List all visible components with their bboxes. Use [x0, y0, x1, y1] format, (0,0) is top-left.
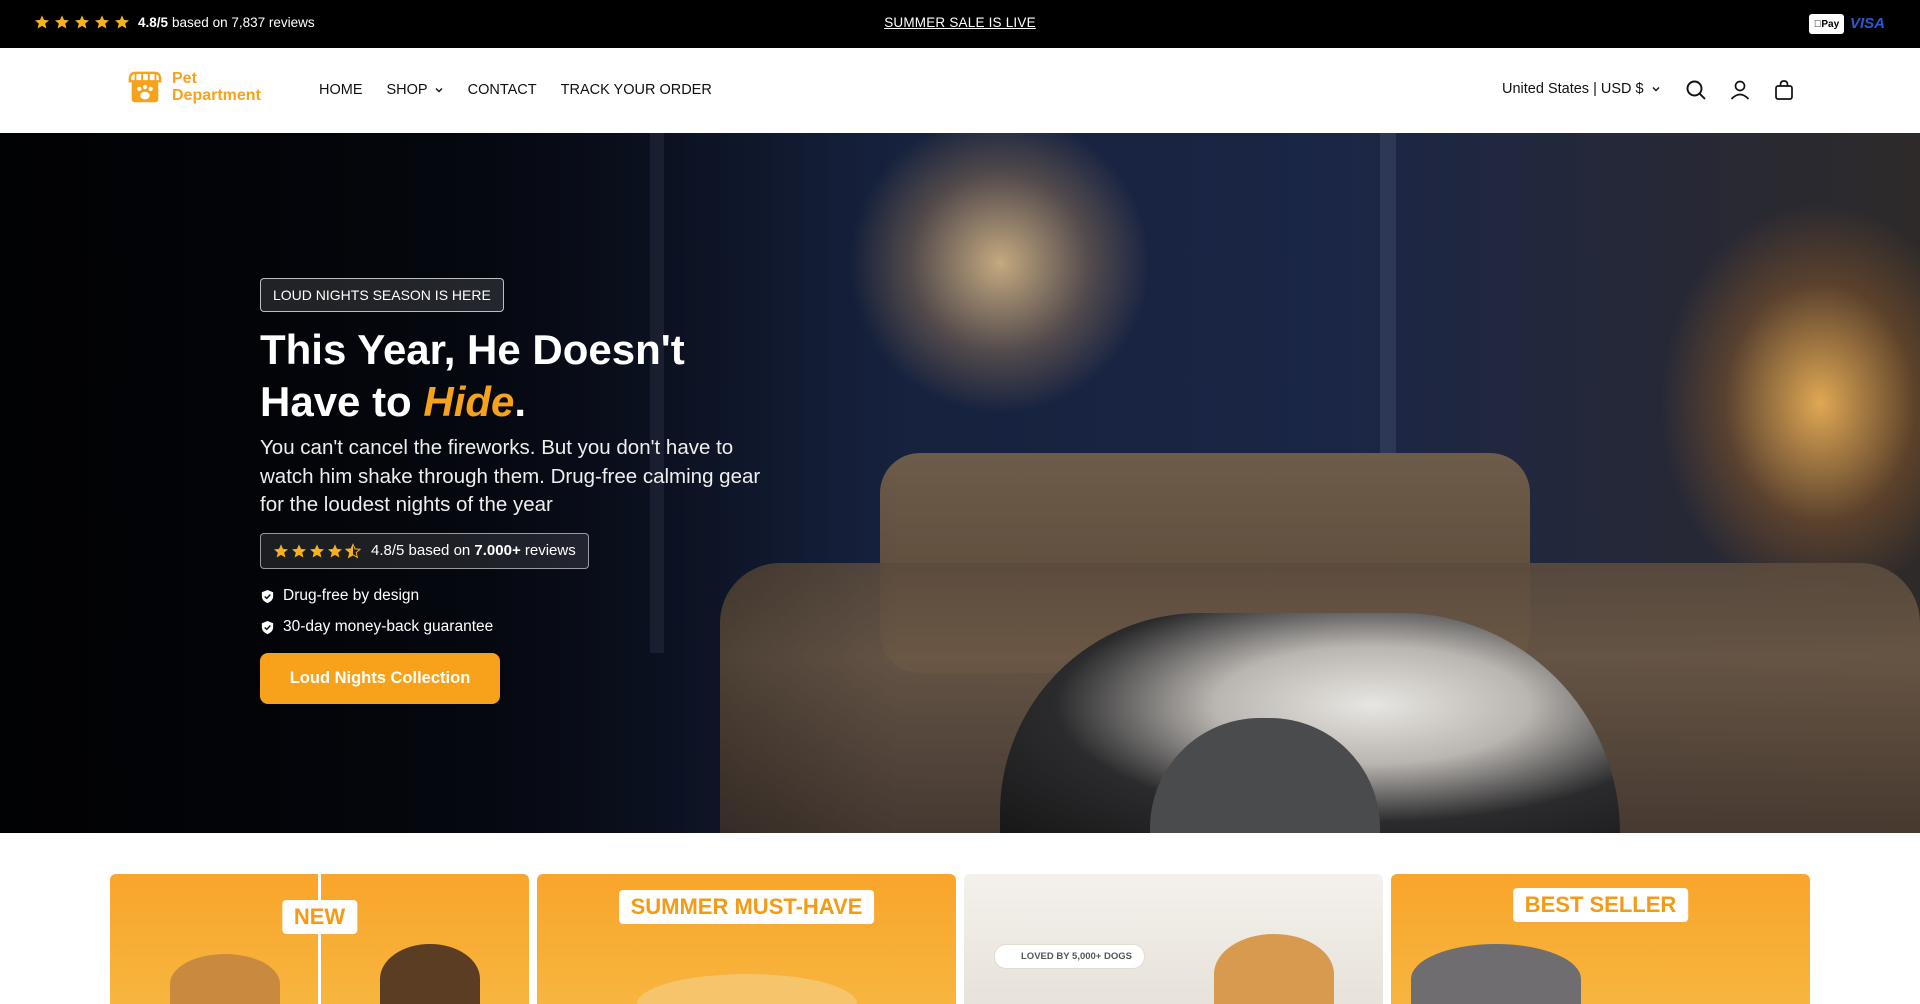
check-shield-icon: [261, 620, 274, 634]
hero-eyebrow: LOUD NIGHTS SEASON IS HERE: [260, 278, 504, 312]
sale-link[interactable]: SUMMER SALE IS LIVE: [884, 15, 1036, 30]
logo[interactable]: Pet Department: [126, 68, 261, 106]
search-icon[interactable]: [1684, 78, 1708, 102]
hero-review-text: 4.8/5 based on 7.000+ reviews: [371, 542, 576, 559]
apple-pay-icon: Pay: [1809, 14, 1844, 34]
logo-line-2: Department: [172, 87, 261, 104]
card-badge: NEW: [281, 900, 358, 934]
nav-track-label: TRACK YOUR ORDER: [560, 82, 712, 98]
divider: [318, 874, 321, 1004]
hero-title-highlight: Hide: [423, 378, 515, 425]
hero-subtitle: You can't cancel the fireworks. But you …: [260, 436, 761, 516]
nav-contact[interactable]: CONTACT: [468, 82, 537, 98]
hero-content: LOUD NIGHTS SEASON IS HERE This Year, He…: [260, 278, 780, 704]
benefit-label: 30-day money-back guarantee: [283, 618, 494, 635]
visa-icon: VISA: [1850, 15, 1886, 32]
product-image: [637, 974, 857, 1004]
loved-by-badge: LOVED BY 5,000+ DOGS: [994, 944, 1145, 969]
paw-logo-icon: [128, 71, 162, 103]
hero-benefits: Drug-free by design 30-day money-back gu…: [260, 581, 780, 643]
hero-title: This Year, He Doesn't Have to Hide.: [260, 324, 780, 428]
benefit-item: 30-day money-back guarantee: [260, 612, 780, 643]
dog-image: [1214, 934, 1334, 1004]
benefit-label: Drug-free by design: [283, 587, 420, 604]
account-icon[interactable]: [1728, 78, 1752, 102]
product-card-summer[interactable]: SUMMER MUST-HAVE: [537, 874, 956, 1004]
hero-review-badge: 4.8/5 based on 7.000+ reviews: [260, 532, 589, 569]
star-icon: [328, 543, 342, 557]
product-card-new[interactable]: NEW: [110, 874, 529, 1004]
card-badge: SUMMER MUST-HAVE: [618, 890, 875, 924]
site-header: Pet Department HOME SHOP CONTACT TRACK Y…: [0, 48, 1920, 133]
announcement-bar: 4.8/5 based on 7,837 reviews SUMMER SALE…: [0, 0, 1920, 48]
chevron-down-icon: [1652, 87, 1660, 92]
dog-image: [380, 944, 480, 1004]
logo-text: Pet Department: [172, 70, 261, 104]
rating-stars: [273, 542, 361, 559]
nav-home[interactable]: HOME: [319, 82, 363, 98]
product-card-loved[interactable]: LOVED BY 5,000+ DOGS: [964, 874, 1383, 1004]
hero-title-end: .: [514, 378, 527, 425]
nav-contact-label: CONTACT: [467, 82, 537, 98]
nav-track-order[interactable]: TRACK YOUR ORDER: [561, 82, 712, 98]
logo-line-1: Pet: [172, 70, 197, 87]
chevron-down-icon: [435, 88, 443, 93]
hero-banner: LOUD NIGHTS SEASON IS HERE This Year, He…: [0, 133, 1920, 833]
card-badge: BEST SELLER: [1512, 888, 1689, 922]
check-shield-icon: [261, 589, 274, 603]
loud-nights-collection-button[interactable]: Loud Nights Collection: [260, 652, 500, 704]
collection-cards: NEW SUMMER MUST-HAVE LOVED BY 5,000+ DOG…: [110, 874, 1810, 1004]
nav-shop[interactable]: SHOP: [387, 82, 444, 98]
star-icon: [292, 543, 306, 557]
cat-image: [1411, 944, 1581, 1004]
cart-icon[interactable]: [1772, 78, 1796, 102]
half-star-icon: [345, 542, 361, 559]
dog-image: [170, 954, 280, 1004]
review-suffix: reviews: [520, 542, 576, 559]
nav-home-label: HOME: [319, 82, 363, 98]
review-prefix: 4.8/5 based on: [371, 542, 475, 559]
nav-shop-label: SHOP: [386, 82, 428, 98]
star-icon: [310, 543, 324, 557]
main-nav: HOME SHOP CONTACT TRACK YOUR ORDER: [319, 82, 712, 98]
review-count: 7.000+: [474, 542, 521, 559]
product-card-bestseller[interactable]: BEST SELLER: [1391, 874, 1810, 1004]
sale-banner: SUMMER SALE IS LIVE: [0, 15, 1920, 30]
benefit-item: Drug-free by design: [260, 581, 780, 612]
locale-selector[interactable]: United States | USD $: [1502, 81, 1661, 97]
locale-label: United States | USD $: [1502, 81, 1644, 97]
star-icon: [274, 543, 288, 557]
